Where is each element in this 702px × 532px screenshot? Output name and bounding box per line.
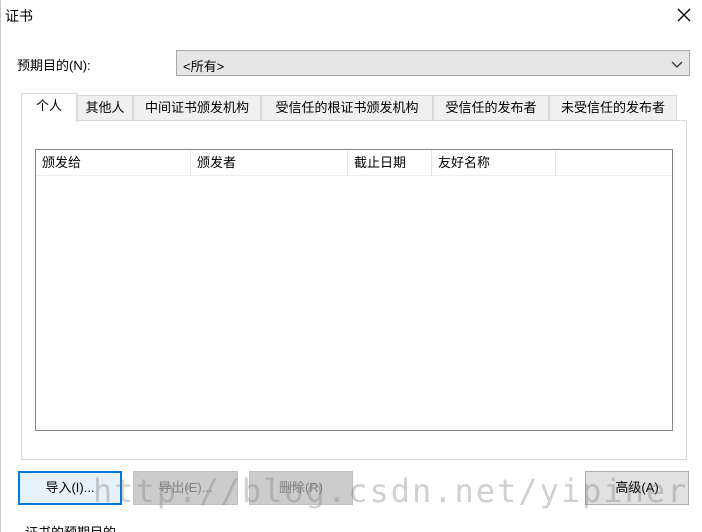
tab-other-people[interactable]: 其他人	[77, 95, 133, 121]
certificates-dialog: 证书 预期目的(N): <所有> 个人 其他人 中间证书颁发机构 受信任的根证书…	[0, 0, 702, 532]
tab-trusted-root-ca[interactable]: 受信任的根证书颁发机构	[261, 95, 433, 121]
window-title: 证书	[5, 8, 33, 24]
certificate-list[interactable]: 颁发给 颁发者 截止日期 友好名称	[35, 149, 673, 431]
column-friendly-name[interactable]: 友好名称	[432, 150, 556, 176]
column-issued-by[interactable]: 颁发者	[191, 150, 348, 176]
purpose-label: 预期目的(N):	[17, 58, 91, 73]
watermark-text: http://blog.csdn.net/yipiner	[93, 472, 689, 510]
store-tabs: 个人 其他人 中间证书颁发机构 受信任的根证书颁发机构 受信任的发布者 未受信任…	[21, 93, 681, 122]
close-icon	[677, 8, 691, 22]
intended-purposes-label: 证书的预期目的	[25, 522, 116, 532]
tab-panel: 颁发给 颁发者 截止日期 友好名称	[21, 120, 687, 460]
tab-untrusted-publishers[interactable]: 未受信任的发布者	[549, 95, 677, 121]
title-bar: 证书	[1, 0, 702, 30]
column-issued-to[interactable]: 颁发给	[36, 150, 191, 176]
list-header: 颁发给 颁发者 截止日期 友好名称	[36, 150, 672, 176]
tab-personal[interactable]: 个人	[21, 93, 77, 122]
chevron-down-icon	[671, 61, 683, 68]
close-button[interactable]	[673, 4, 695, 26]
tab-intermediate-ca[interactable]: 中间证书颁发机构	[133, 95, 261, 121]
column-expiration-date[interactable]: 截止日期	[348, 150, 432, 176]
purpose-selected-value: <所有>	[183, 59, 225, 74]
tab-trusted-publishers[interactable]: 受信任的发布者	[433, 95, 549, 121]
purpose-dropdown[interactable]: <所有>	[176, 50, 690, 76]
